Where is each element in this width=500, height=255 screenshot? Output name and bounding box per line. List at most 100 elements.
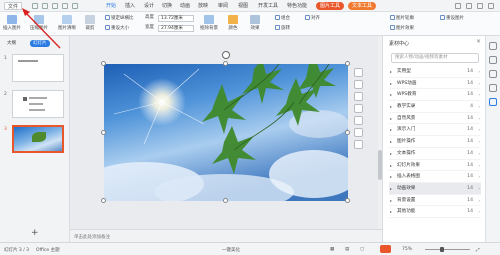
category-label: 背景设置	[397, 197, 416, 203]
category-row[interactable]: ▸ 图片操作 14 ›	[389, 136, 481, 148]
category-row[interactable]: ▸ 自然风景 14 ›	[389, 113, 481, 125]
tab-slides[interactable]: 幻灯片	[30, 40, 50, 47]
menu-item-design[interactable]: 设计	[144, 2, 154, 10]
combine-button[interactable]: 组合	[275, 15, 290, 21]
menu-item-home[interactable]: 开始	[106, 2, 116, 10]
play-slideshow-button[interactable]	[380, 245, 391, 253]
tab-outline[interactable]: 大纲	[4, 40, 19, 47]
category-row[interactable]: ▸ 幻灯片效果 14 ›	[389, 160, 481, 172]
picture-effect-button[interactable]: 图片效果	[390, 25, 414, 31]
settings-icon[interactable]	[354, 140, 363, 149]
zoom-slider[interactable]	[425, 249, 470, 250]
category-row[interactable]: ▸ 其他功能 14 ›	[389, 206, 481, 218]
crop-icon[interactable]	[354, 92, 363, 101]
menu-item-special[interactable]: 特色功能	[287, 2, 307, 10]
collapse-ribbon-icon[interactable]	[488, 3, 494, 9]
expand-arrow-icon: ▸	[390, 69, 393, 74]
category-row[interactable]: ▸ 插入表格图 14 ›	[389, 171, 481, 183]
menu-item-developer[interactable]: 开发工具	[258, 2, 278, 10]
notes-area[interactable]: 单击此处添加备注	[70, 229, 382, 242]
menu-item-insert[interactable]: 插入	[125, 2, 135, 10]
format-painter-icon[interactable]	[72, 3, 78, 9]
slide-thumbnail-3[interactable]	[12, 125, 64, 153]
zoom-level[interactable]: 75%	[402, 247, 412, 252]
height-input[interactable]: 13.72厘米	[158, 15, 194, 22]
tab-text-tools[interactable]: 文本工具	[348, 2, 377, 10]
category-row[interactable]: ▸ 动画效果 14 ›	[389, 182, 481, 195]
slide-picture[interactable]	[84, 59, 359, 210]
picture-icon[interactable]	[354, 116, 363, 125]
align-button[interactable]: 对齐	[305, 15, 320, 21]
undo-icon[interactable]	[52, 3, 58, 9]
category-row[interactable]: ▸ 实用型 14 ›	[389, 66, 481, 78]
copy-icon[interactable]	[354, 128, 363, 137]
share-icon[interactable]	[466, 3, 472, 9]
material-search-input[interactable]: 搜索人物/动画/视频等素材	[391, 53, 479, 63]
view-sorter-icon[interactable]: ▤	[345, 247, 349, 252]
menu-item-view[interactable]: 视图	[238, 2, 248, 10]
slide-thumbnail-1[interactable]	[12, 54, 64, 82]
print-icon[interactable]	[42, 3, 48, 9]
category-count: 14	[467, 80, 473, 86]
slide-number: 2	[4, 92, 7, 97]
cutout-button[interactable]: 抠除背景	[200, 15, 218, 31]
resize-handle-right[interactable]	[345, 130, 350, 135]
tab-picture-tools[interactable]: 图片工具	[316, 2, 345, 10]
resize-handle-top[interactable]	[223, 61, 228, 66]
rotate-button[interactable]: 旋转	[275, 25, 290, 31]
keep-ratio-checkbox[interactable]: 锁定纵横比	[105, 15, 134, 21]
zoom-in-icon[interactable]	[354, 80, 363, 89]
fit-window-icon[interactable]: ⤢	[476, 247, 480, 253]
category-row[interactable]: ▸ WPS动画 14 ›	[389, 78, 481, 90]
picture-border-button[interactable]: 图片轮廓	[390, 15, 414, 21]
crop-button[interactable]: 裁剪	[85, 15, 95, 31]
category-row[interactable]: ▸ 背景设置 14 ›	[389, 195, 481, 207]
add-slide-button[interactable]: +	[31, 228, 39, 238]
compress-button[interactable]: 压缩图片	[30, 15, 48, 31]
color-button[interactable]: 颜色	[228, 15, 238, 31]
reset-picture-button[interactable]: 重设图片	[440, 15, 464, 21]
insert-picture-button[interactable]: 插入图片	[3, 15, 21, 31]
slide-thumbnail-2[interactable]	[12, 90, 64, 118]
effects-button[interactable]: 效果	[250, 15, 260, 31]
backup-icon[interactable]	[489, 98, 497, 106]
resize-handle-bottom-left[interactable]	[101, 198, 106, 203]
format-icon[interactable]	[489, 84, 497, 92]
frame-icon[interactable]	[354, 104, 363, 113]
view-normal-icon[interactable]: ▦	[330, 247, 334, 252]
animation-icon[interactable]	[489, 56, 497, 64]
redo-icon[interactable]	[62, 3, 68, 9]
view-reading-icon[interactable]: ▢	[360, 247, 364, 252]
resize-handle-left[interactable]	[101, 130, 106, 135]
save-icon[interactable]	[32, 3, 38, 9]
reset-size-button[interactable]: 重设大小	[105, 25, 129, 31]
zoom-slider-knob[interactable]	[440, 247, 444, 252]
resize-handle-top-right[interactable]	[345, 61, 350, 66]
resize-handle-top-left[interactable]	[101, 61, 106, 66]
panel-toggle-icon[interactable]	[489, 42, 497, 50]
beautify-button[interactable]: 一键美化	[222, 247, 240, 253]
category-row[interactable]: ▸ 教学实录 4 ›	[389, 101, 481, 113]
category-row[interactable]: ▸ 演示入门 14 ›	[389, 124, 481, 137]
menu-item-transition[interactable]: 切换	[162, 2, 172, 10]
width-input[interactable]: 27.94厘米	[158, 25, 194, 32]
menu-item-slideshow[interactable]: 放映	[198, 2, 208, 10]
menu-item-animation[interactable]: 动画	[180, 2, 190, 10]
rotate-handle[interactable]	[222, 51, 230, 59]
menu-item-review[interactable]: 审阅	[218, 2, 228, 10]
shape-icon[interactable]	[489, 70, 497, 78]
layer-icon[interactable]	[354, 68, 363, 77]
file-menu[interactable]: 文件	[4, 2, 23, 10]
expand-arrow-icon: ▸	[390, 197, 393, 203]
category-count: 14	[467, 92, 473, 98]
thumb-leaf	[32, 132, 46, 142]
close-icon[interactable]: ×	[476, 38, 481, 45]
category-row[interactable]: ▸ WPS教育 14 ›	[389, 89, 481, 102]
clarity-button[interactable]: 图片清晰	[58, 15, 76, 31]
category-row[interactable]: ▸ 文本操作 14 ›	[389, 148, 481, 160]
more-icon[interactable]	[477, 3, 483, 9]
menu-bar: 文件 开始 插入 设计 切换 动画 放映 审阅 视图 开发工具 特色功能 图片工…	[0, 0, 500, 12]
resize-handle-bottom[interactable]	[223, 198, 228, 203]
cloud-icon[interactable]	[455, 3, 461, 9]
resize-handle-bottom-right[interactable]	[345, 198, 350, 203]
